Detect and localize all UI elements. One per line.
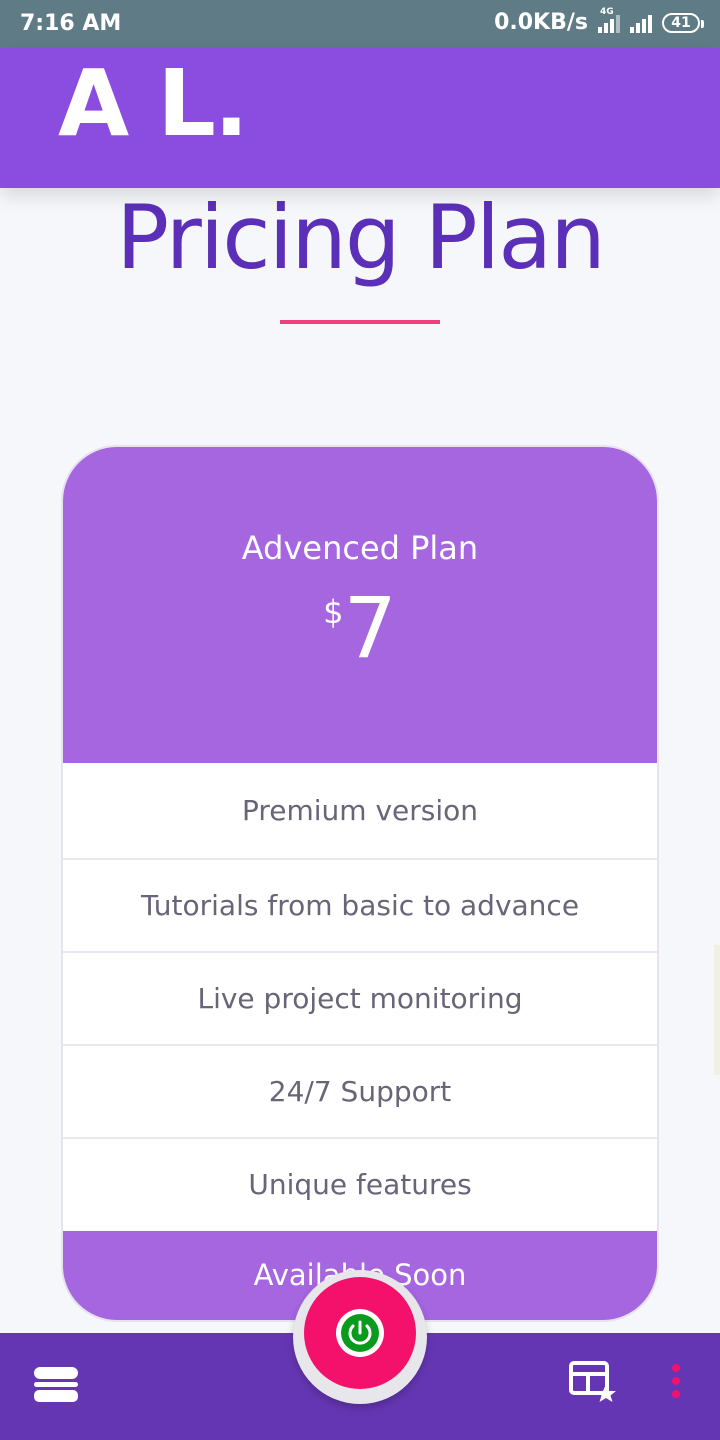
pricing-card-header: Advenced Plan $7: [63, 447, 657, 763]
feature-list: Premium version Tutorials from basic to …: [63, 763, 657, 1230]
signal-4g-icon: 4G: [598, 7, 620, 33]
network-type-label: 4G: [600, 6, 614, 17]
feature-item: Tutorials from basic to advance: [63, 858, 657, 951]
plan-name: Advenced Plan: [241, 529, 479, 567]
feature-item: Live project monitoring: [63, 951, 657, 1044]
status-indicators: 0.0KB/s 4G 41: [494, 7, 704, 35]
price-currency: $: [323, 593, 344, 631]
title-underline: [280, 320, 440, 324]
feature-item: Premium version: [241, 794, 479, 827]
feature-item: Unique features: [63, 1137, 657, 1230]
app-bar: A L.: [0, 48, 720, 188]
feature-item: 24/7 Support: [63, 1044, 657, 1137]
status-bar: 7:16 AM 0.0KB/s 4G 41: [0, 0, 720, 48]
page-title: Pricing Plan: [116, 186, 606, 289]
power-icon: [336, 1309, 384, 1357]
signal-icon: [630, 13, 652, 33]
status-time: 7:16 AM: [20, 11, 122, 36]
power-button[interactable]: [304, 1277, 416, 1389]
edge-handle[interactable]: [714, 945, 720, 1075]
battery-level: 41: [671, 14, 691, 31]
more-vert-icon[interactable]: [664, 1362, 688, 1402]
favorites-icon[interactable]: [568, 1360, 618, 1404]
app-logo[interactable]: A L.: [58, 50, 249, 157]
price-amount: 7: [343, 579, 397, 677]
battery-icon: 41: [662, 12, 704, 33]
pricing-card: Advenced Plan $7 Premium version Tutoria…: [61, 445, 659, 1322]
plan-price: $7: [63, 583, 657, 673]
network-speed: 0.0KB/s: [494, 10, 588, 35]
menu-icon[interactable]: [32, 1365, 80, 1405]
